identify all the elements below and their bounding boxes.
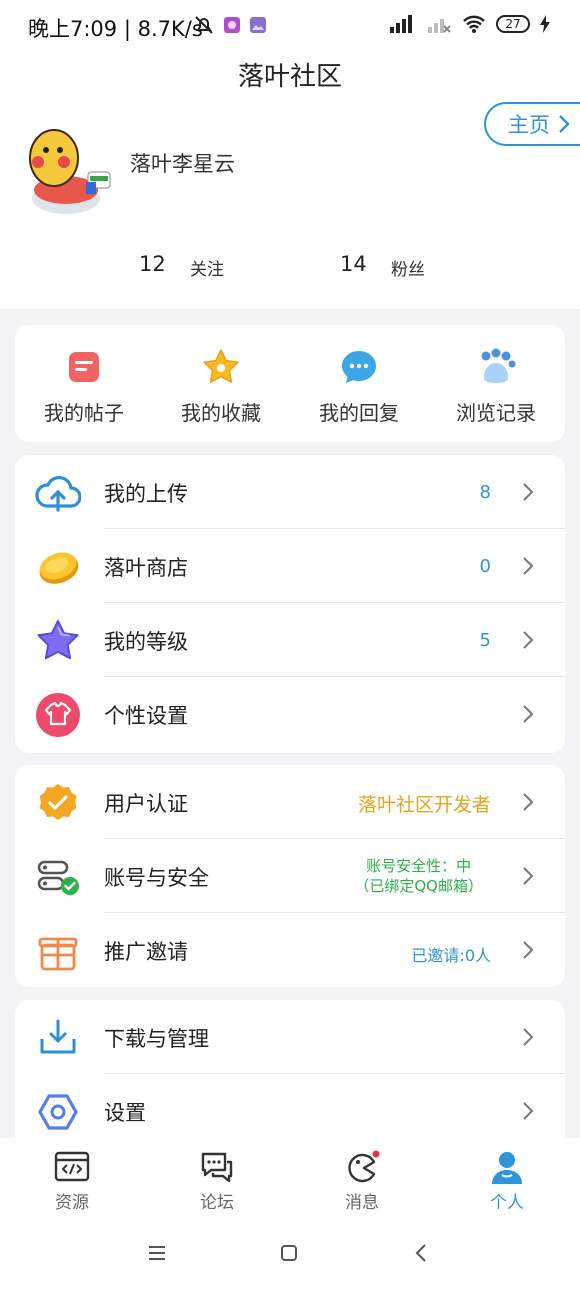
status-time-speed: 晚上7:09 | 8.7K/s (28, 17, 203, 41)
shop-count: 0 (479, 556, 491, 577)
tab-label: 资源 (55, 1193, 89, 1213)
tab-label: 消息 (345, 1193, 379, 1213)
followers-label[interactable]: 粉丝 (391, 255, 425, 280)
tab-resources[interactable]: 资源 (32, 1150, 112, 1213)
cloud-upload-icon (35, 475, 81, 512)
menu-label: 推广邀请 (104, 940, 188, 964)
app-notification-icon (224, 17, 240, 33)
title-bar: 落叶社区 (0, 52, 580, 102)
quick-action-my-posts[interactable]: 我的帖子 (19, 347, 149, 426)
tab-label: 个人 (490, 1193, 524, 1213)
quick-action-label: 我的收藏 (181, 401, 261, 425)
gallery-notification-icon (250, 17, 266, 33)
menu-icon[interactable] (148, 1245, 166, 1261)
posts-icon (69, 352, 99, 382)
star-icon (203, 349, 239, 383)
following-count[interactable]: 12 (139, 252, 166, 276)
system-nav-bar (0, 1220, 580, 1289)
menu-group-1: 我的上传 8 落叶商店 0 我的等级 5 个性设置 (15, 455, 565, 753)
chevron-right-icon (523, 1028, 534, 1046)
coin-icon (39, 552, 79, 584)
chevron-right-icon (523, 705, 534, 723)
menu-label: 个性设置 (104, 704, 188, 728)
chevron-right-icon (523, 793, 534, 811)
code-icon (54, 1151, 90, 1182)
menu-row-personalization[interactable]: 个性设置 (15, 677, 565, 751)
menu-row-verification[interactable]: 用户认证 落叶社区开发者 (15, 765, 565, 839)
signal-icon (390, 15, 412, 33)
following-label[interactable]: 关注 (190, 255, 224, 280)
forum-icon (201, 1152, 233, 1183)
security-status: 账号安全性：中 （已绑定QQ邮箱） (354, 856, 483, 896)
profile-section: 落叶李星云 主页 12 关注 14 粉丝 (0, 102, 580, 309)
tab-forum[interactable]: 论坛 (177, 1150, 257, 1213)
status-bar: 晚上7:09 | 8.7K/s 27 (0, 0, 580, 52)
paw-icon (481, 348, 516, 383)
chevron-right-icon (523, 483, 534, 501)
security-binding-text: （已绑定QQ邮箱） (354, 877, 483, 895)
security-level-text: 账号安全性：中 (366, 857, 472, 875)
verification-status: 落叶社区开发者 (357, 794, 491, 816)
account-security-icon (37, 860, 79, 895)
menu-row-my-uploads[interactable]: 我的上传 8 (15, 455, 565, 529)
level-value: 5 (479, 630, 491, 651)
menu-row-level[interactable]: 我的等级 5 (15, 603, 565, 677)
quick-action-replies[interactable]: 我的回复 (294, 347, 424, 426)
signal-off-icon (428, 19, 451, 33)
chat-bubble-icon (342, 351, 376, 383)
menu-label: 设置 (104, 1101, 146, 1125)
download-icon (40, 1019, 76, 1054)
quick-action-label: 我的帖子 (44, 401, 124, 425)
battery-indicator: 27 (496, 15, 530, 33)
menu-label: 账号与安全 (104, 866, 209, 890)
user-icon (492, 1152, 522, 1184)
upload-count: 8 (479, 482, 491, 503)
page-title: 落叶社区 (237, 62, 342, 92)
menu-row-account-security[interactable]: 账号与安全 账号安全性：中 （已绑定QQ邮箱） (15, 839, 565, 913)
charging-icon (540, 15, 550, 33)
tshirt-icon (36, 693, 80, 737)
followers-count[interactable]: 14 (340, 252, 367, 276)
menu-label: 我的等级 (104, 630, 188, 654)
quick-actions-card: 我的帖子 我的收藏 我的回复 浏览记录 (15, 325, 565, 442)
menu-group-2: 用户认证 落叶社区开发者 账号与安全 账号安全性：中 （已绑定QQ邮箱） 推广邀… (15, 765, 565, 987)
chevron-right-icon (523, 867, 534, 885)
avatar[interactable] (16, 118, 118, 218)
gift-icon (38, 937, 78, 971)
chevron-right-icon (523, 941, 534, 959)
menu-row-invite[interactable]: 推广邀请 已邀请:0人 (15, 913, 565, 987)
menu-label: 我的上传 (104, 482, 188, 506)
chevron-right-icon (523, 631, 534, 649)
mute-icon (195, 16, 213, 34)
tab-profile[interactable]: 个人 (467, 1150, 547, 1213)
quick-action-favorites[interactable]: 我的收藏 (156, 347, 286, 426)
message-icon (348, 1150, 380, 1183)
menu-group-3: 下载与管理 设置 (15, 1000, 565, 1150)
back-icon[interactable] (414, 1243, 428, 1263)
tab-label: 论坛 (200, 1193, 234, 1213)
verified-badge-icon (39, 784, 77, 820)
home-nav-icon[interactable] (280, 1244, 298, 1262)
chevron-right-icon (559, 115, 570, 133)
menu-label: 用户认证 (104, 792, 188, 816)
username[interactable]: 落叶李星云 (130, 148, 235, 178)
quick-action-history[interactable]: 浏览记录 (431, 347, 561, 426)
menu-label: 落叶商店 (104, 556, 188, 580)
chevron-right-icon (523, 557, 534, 575)
star-badge-icon (37, 620, 79, 660)
bottom-tab-bar: 资源 论坛 消息 个人 (0, 1138, 580, 1220)
tab-messages[interactable]: 消息 (322, 1150, 402, 1213)
quick-action-label: 我的回复 (319, 401, 399, 425)
home-button-label: 主页 (508, 113, 550, 137)
quick-action-label: 浏览记录 (456, 401, 536, 425)
chevron-right-icon (523, 1102, 534, 1120)
menu-row-shop[interactable]: 落叶商店 0 (15, 529, 565, 603)
home-button[interactable]: 主页 (484, 102, 580, 146)
settings-hexagon-icon (38, 1094, 78, 1130)
wifi-icon (463, 15, 485, 33)
invite-count: 已邀请:0人 (411, 946, 491, 965)
menu-row-settings[interactable]: 设置 (15, 1074, 565, 1148)
menu-label: 下载与管理 (104, 1027, 209, 1051)
menu-row-downloads[interactable]: 下载与管理 (15, 1000, 565, 1074)
